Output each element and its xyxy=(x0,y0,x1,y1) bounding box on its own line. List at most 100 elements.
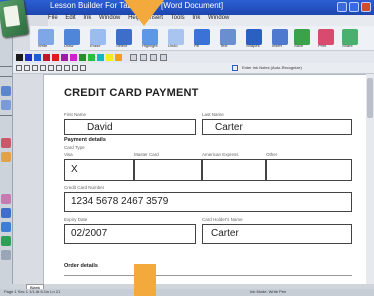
color-swatch[interactable] xyxy=(43,54,50,61)
menu-item[interactable]: Window xyxy=(208,15,229,21)
card-option-label: Visa xyxy=(64,152,73,157)
pen-width-icon[interactable] xyxy=(130,54,137,61)
eraser-icon[interactable] xyxy=(1,250,11,260)
logo-sheet xyxy=(3,5,21,28)
save-doc-icon[interactable] xyxy=(1,86,11,96)
document-page: CREDIT CARD PAYMENT First Name Last Name… xyxy=(43,74,367,286)
card-number-label: Credit Card Number xyxy=(64,185,105,190)
format-icon[interactable] xyxy=(72,65,78,71)
left-tool-panel xyxy=(0,14,13,296)
menu-item[interactable]: File xyxy=(48,15,58,21)
color-swatch[interactable] xyxy=(79,54,86,61)
first-name-label: First Name xyxy=(64,112,87,117)
close-icon[interactable] xyxy=(361,2,371,12)
toolbar-label: Draw xyxy=(64,43,74,48)
menu-bar: File Edit Ink Window Help Insert Tools I… xyxy=(48,15,374,26)
notes-icon[interactable] xyxy=(1,138,11,148)
minimize-icon[interactable] xyxy=(337,2,347,12)
last-name-value: Carter xyxy=(215,122,243,133)
pen-style-icon[interactable] xyxy=(140,54,147,61)
last-name-field[interactable]: Carter xyxy=(202,119,352,135)
order-details-heading: Order details xyxy=(64,263,98,269)
color-swatch[interactable] xyxy=(70,54,77,61)
maximize-icon[interactable] xyxy=(349,2,359,12)
grid-icon[interactable] xyxy=(1,208,11,218)
color-swatch[interactable] xyxy=(88,54,95,61)
last-name-label: Last Name xyxy=(202,112,224,117)
divider xyxy=(64,275,352,276)
panel-divider xyxy=(0,76,12,77)
menu-item[interactable]: Tools xyxy=(171,15,185,21)
card-type-master-box[interactable] xyxy=(134,159,202,181)
format-icon[interactable] xyxy=(48,65,54,71)
undo-doc-icon[interactable] xyxy=(1,100,11,110)
status-bar: Page 1 Sec 1 1/1 At 6.1in Ln 21 Ink Mode… xyxy=(0,289,374,296)
first-name-value: David xyxy=(87,122,113,133)
highlighter-icon[interactable] xyxy=(1,152,11,162)
color-swatch[interactable] xyxy=(34,54,41,61)
payment-details-heading: Payment details xyxy=(64,137,106,143)
menu-item[interactable]: Ink xyxy=(83,15,91,21)
format-icon[interactable] xyxy=(80,65,86,71)
menu-item[interactable]: Edit xyxy=(65,15,75,21)
card-type-amex-box[interactable] xyxy=(202,159,266,181)
expiry-label: Expiry Date xyxy=(64,217,88,222)
format-icon[interactable] xyxy=(32,65,38,71)
holder-value: Carter xyxy=(211,228,239,239)
color-swatch[interactable] xyxy=(52,54,59,61)
card-type-label: Card Type xyxy=(64,145,85,150)
menu-item[interactable]: Ink xyxy=(192,15,200,21)
ink-notes-icon[interactable] xyxy=(232,65,238,71)
marker-icon[interactable] xyxy=(1,236,11,246)
card-type-other-box[interactable] xyxy=(266,159,352,181)
form-title: CREDIT CARD PAYMENT xyxy=(64,87,199,99)
format-icon[interactable] xyxy=(16,65,22,71)
color-swatch[interactable] xyxy=(106,54,113,61)
toolbar-label: Erase xyxy=(90,43,101,48)
color-swatch[interactable] xyxy=(25,54,32,61)
main-toolbar: Write Draw Erase Select Highlight Undo F… xyxy=(30,26,374,51)
toolbar-label: Print xyxy=(318,43,327,48)
card-option-label: Master Card xyxy=(134,152,159,157)
shape-ellipse-icon[interactable] xyxy=(160,54,167,61)
card-option-label: Other xyxy=(266,152,278,157)
status-right: Ink Mode: Write Pen xyxy=(250,289,287,294)
format-icon[interactable] xyxy=(40,65,46,71)
card-type-visa-box[interactable]: X xyxy=(64,159,134,181)
color-toolbar xyxy=(12,51,374,63)
color-swatch[interactable] xyxy=(115,54,122,61)
holder-field[interactable]: Carter xyxy=(202,224,352,244)
color-swatch[interactable] xyxy=(97,54,104,61)
toolbar-label: Share xyxy=(342,43,353,48)
pointer-arrow-icon xyxy=(124,0,164,26)
shape-rect-icon[interactable] xyxy=(150,54,157,61)
toolbar-label: Save xyxy=(294,43,304,48)
color-swatch[interactable] xyxy=(16,54,23,61)
pointer-bar xyxy=(134,264,156,296)
toolbar-label: Select xyxy=(116,43,128,48)
panel-divider xyxy=(0,66,12,67)
toolbar-label: Fill xyxy=(194,43,200,48)
color-swatch[interactable] xyxy=(61,54,68,61)
app-logo-icon xyxy=(0,0,29,38)
scrollbar-thumb[interactable] xyxy=(367,78,373,118)
pen-icon[interactable] xyxy=(1,194,11,204)
expiry-field[interactable]: 02/2007 xyxy=(64,224,196,244)
card-type-mark: X xyxy=(71,164,78,175)
expiry-value: 02/2007 xyxy=(71,228,108,239)
menu-item[interactable]: Window xyxy=(99,15,120,21)
title-bar: Lesson Builder For Tablet PC - [Word Doc… xyxy=(0,0,374,15)
format-toolbar: Enter Ink Notes (Auto-Recognize) xyxy=(12,63,374,74)
toolbar-label: Shapes xyxy=(246,43,260,48)
format-icon[interactable] xyxy=(64,65,70,71)
first-name-field[interactable]: David xyxy=(64,119,196,135)
toolbar-label: Text xyxy=(220,43,228,48)
format-icon[interactable] xyxy=(24,65,30,71)
toolbar-label: Insert xyxy=(272,43,283,48)
vertical-scrollbar[interactable] xyxy=(366,74,374,284)
page-icon[interactable] xyxy=(1,222,11,232)
toolbar-label: Undo xyxy=(168,43,178,48)
format-icon[interactable] xyxy=(56,65,62,71)
card-number-field[interactable]: 1234 5678 2467 3579 xyxy=(64,192,352,212)
holder-label: Card Holder's Name xyxy=(202,217,243,222)
